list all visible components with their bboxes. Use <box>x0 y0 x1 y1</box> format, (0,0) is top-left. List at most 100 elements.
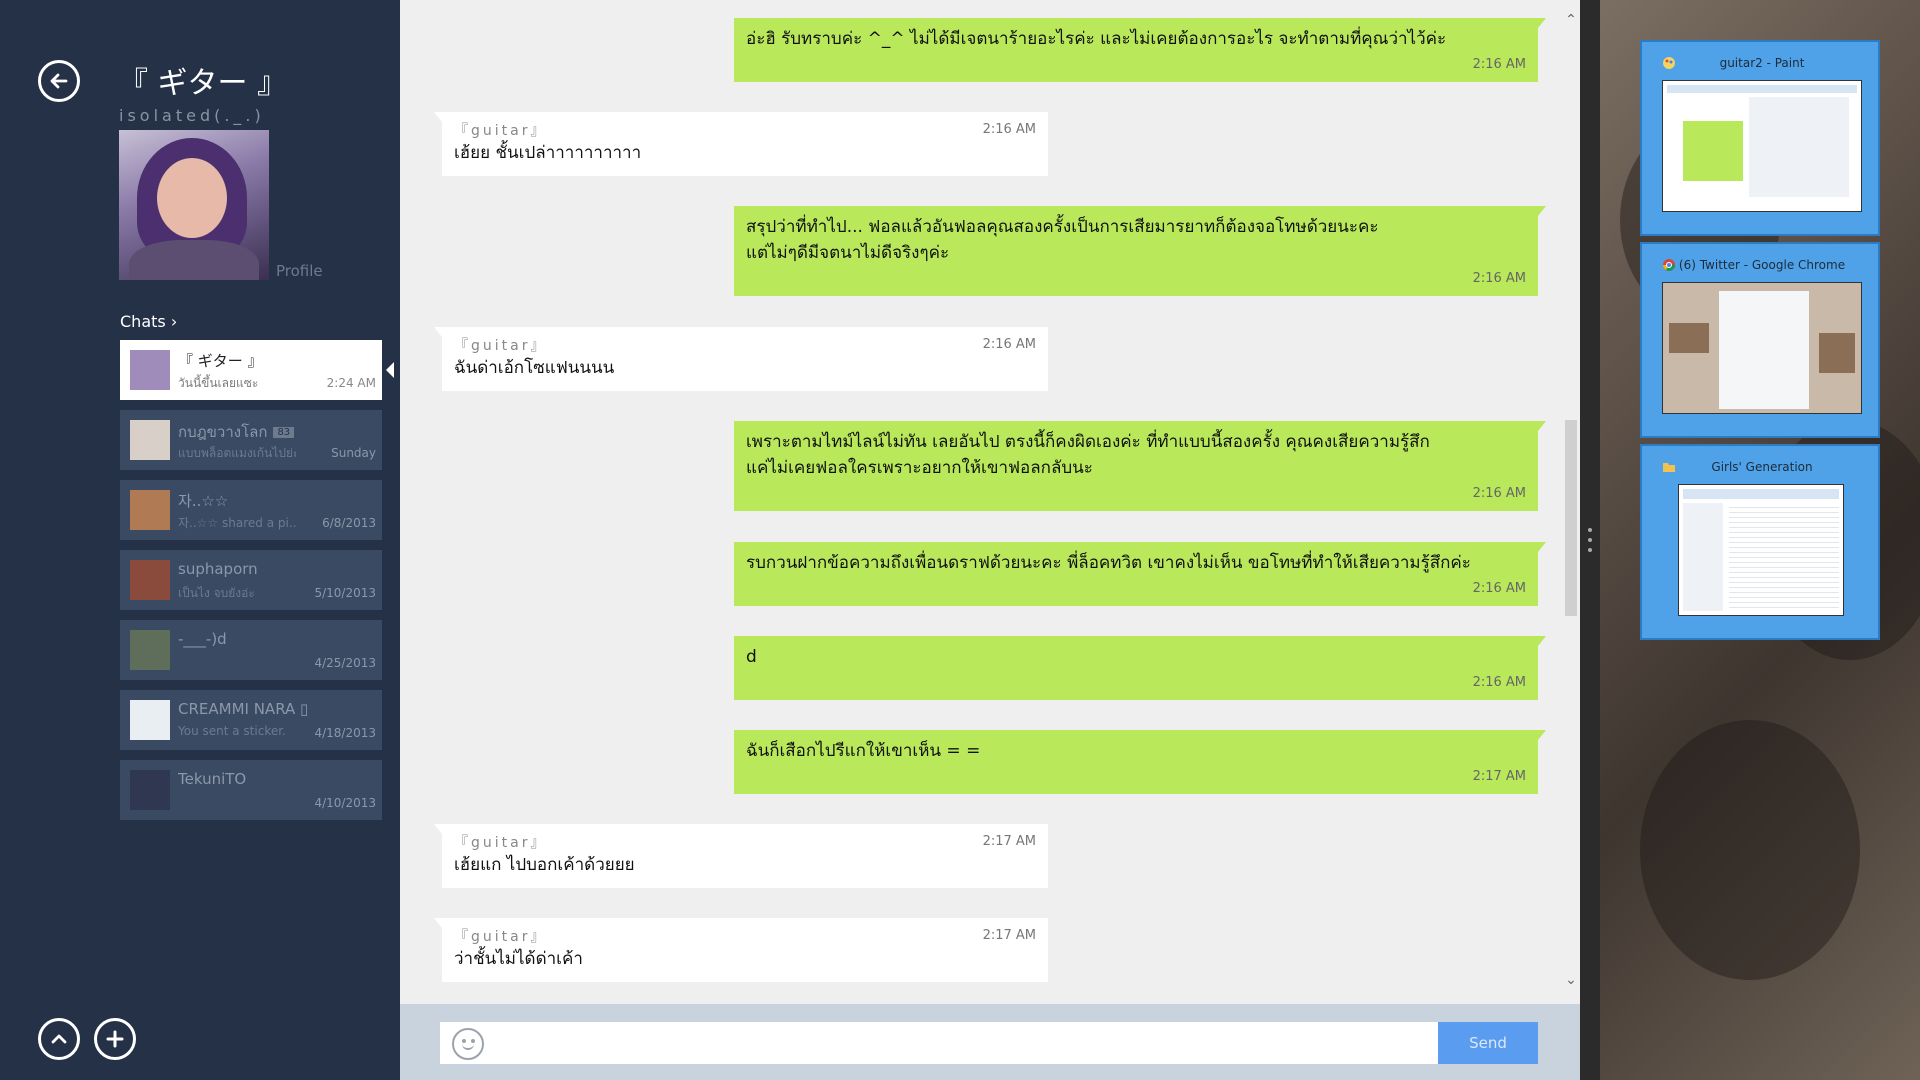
incoming-message[interactable]: 『guitar』 2:17 AM เฮ้ยแก ไปบอกเค้าด้วยยย <box>434 824 1048 888</box>
avatar <box>130 420 170 460</box>
message-time: 2:16 AM <box>1472 486 1526 501</box>
chat-date: 2:24 AM <box>326 376 376 390</box>
app-preview <box>1662 80 1862 212</box>
outgoing-message[interactable]: รบกวนฝากข้อความถึงเพื่อนดราฟด้วยนะคะ พี่… <box>734 542 1546 606</box>
message-time: 2:16 AM <box>982 337 1036 352</box>
arrow-left-icon <box>50 73 68 89</box>
message-text: d <box>746 647 757 667</box>
message-text: ฉันด่าเอ้กโซแฟนนนน <box>454 358 615 378</box>
message-sender: 『guitar』 <box>454 929 548 945</box>
chat-preview: เป็นไง จบยังอ่ะ <box>178 586 255 600</box>
avatar <box>130 630 170 670</box>
avatar <box>130 560 170 600</box>
chat-list-item[interactable]: 자..☆☆ 자..☆☆ shared a pi... 6/8/2013 <box>120 480 382 540</box>
outgoing-message[interactable]: ฉันก็เสือกไปรีแกให้เขาเห็น = = 2:17 AM <box>734 730 1546 794</box>
add-button[interactable] <box>94 1018 136 1060</box>
outgoing-message[interactable]: อ่ะฮิ รับทราบค่ะ ^_^ ไม่ได้มีเจตนาร้ายอะ… <box>734 18 1546 82</box>
message-text: สรุปว่าที่ทำไป... ฟอลแล้วอันฟอลคุณสองครั… <box>746 217 1379 237</box>
chevron-up-icon <box>51 1034 67 1044</box>
chat-name: 『 ギター 』 <box>178 352 263 370</box>
chat-date: Sunday <box>331 446 376 460</box>
app-preview <box>1662 282 1862 414</box>
scroll-up-arrow-icon[interactable]: ⌃ <box>1564 12 1578 28</box>
back-button[interactable] <box>38 60 80 102</box>
chat-list-item[interactable]: -___-)d 4/25/2013 <box>120 620 382 680</box>
chat-name: กบฎขวางโลก 83 <box>178 420 295 444</box>
plus-icon <box>106 1030 124 1048</box>
incoming-message[interactable]: 『guitar』 2:16 AM ฉันด่าเอ้กโซแฟนนนน <box>434 327 1048 391</box>
chat-name: 자..☆☆ <box>178 492 229 510</box>
chat-date: 4/18/2013 <box>314 726 376 740</box>
message-text-line2: แต่ไม่ๆดีมีจตนาไม่ดีจริงๆค่ะ <box>746 243 950 263</box>
message-sender: 『guitar』 <box>454 835 548 851</box>
message-time: 2:16 AM <box>1472 581 1526 596</box>
message-time: 2:16 AM <box>1472 271 1526 286</box>
chat-list-item[interactable]: 『 ギター 』 วันนี้ขึ้นเลยแซะ 2:24 AM <box>120 340 394 400</box>
send-button[interactable]: Send <box>1438 1022 1538 1064</box>
incoming-message[interactable]: 『guitar』 2:16 AM เฮ้ยย ชั้นเปล่าาาาาาาาา… <box>434 112 1048 176</box>
member-count-badge: 83 <box>273 427 295 438</box>
chat-name: suphaporn <box>178 560 258 578</box>
profile-status: isolated(._.) <box>119 106 265 125</box>
incoming-message[interactable]: 『guitar』 2:17 AM ว่าชั้นไม่ได้ด่าเค้า <box>434 918 1048 982</box>
chat-list-item[interactable]: CREAMMI NARA ▯ You sent a sticker. 4/18/… <box>120 690 382 750</box>
chats-header[interactable]: Chats › <box>120 312 177 331</box>
message-time: 2:17 AM <box>1472 769 1526 784</box>
chat-preview: วันนี้ขึ้นเลยแซะ <box>178 376 259 390</box>
chat-list-item[interactable]: TekuniTO 4/10/2013 <box>120 760 382 820</box>
avatar <box>130 350 170 390</box>
emoji-icon[interactable] <box>452 1028 484 1060</box>
app-thumbnail-chrome[interactable]: (6) Twitter - Google Chrome <box>1640 242 1880 438</box>
message-text: เพราะตามไทม์ไลน์ไม่ทัน เลยอันไป ตรงนี้ก็… <box>746 432 1430 452</box>
profile-photo[interactable] <box>119 130 269 280</box>
sidebar: 『 ギター 』 isolated(._.) Profile Chats › 『 … <box>0 0 400 1080</box>
message-text: ฉันก็เสือกไปรีแกให้เขาเห็น = = <box>746 741 981 761</box>
app-title: guitar2 - Paint <box>1719 56 1805 70</box>
chat-preview: แบบพล็อตแมงเก้นไปย่ะ <box>178 446 296 460</box>
message-time: 2:17 AM <box>982 928 1036 943</box>
profile-link[interactable]: Profile <box>276 262 323 280</box>
chat-preview: You sent a sticker. <box>178 724 286 738</box>
scroll-up-button[interactable] <box>38 1018 80 1060</box>
message-time: 2:16 AM <box>1472 57 1526 72</box>
message-sender: 『guitar』 <box>454 123 548 139</box>
chat-list-item[interactable]: suphaporn เป็นไง จบยังอ่ะ 5/10/2013 <box>120 550 382 610</box>
chat-date: 4/25/2013 <box>314 656 376 670</box>
message-list: อ่ะฮิ รับทราบค่ะ ^_^ ไม่ได้มีเจตนาร้ายอะ… <box>400 0 1560 1004</box>
chat-date: 5/10/2013 <box>314 586 376 600</box>
app-thumbnail-paint[interactable]: guitar2 - Paint <box>1640 40 1880 236</box>
app-title: Girls' Generation <box>1711 460 1813 474</box>
conversation-pane: อ่ะฮิ รับทราบค่ะ ^_^ ไม่ได้มีเจตนาร้ายอะ… <box>400 0 1580 1080</box>
chat-preview: 자..☆☆ shared a pi... <box>178 516 296 530</box>
chat-name: -___-)d <box>178 630 227 648</box>
outgoing-message[interactable]: สรุปว่าที่ทำไป... ฟอลแล้วอันฟอลคุณสองครั… <box>734 206 1546 296</box>
chat-list-item[interactable]: กบฎขวางโลก 83 แบบพล็อตแมงเก้นไปย่ะ Sunday <box>120 410 382 470</box>
chat-date: 4/10/2013 <box>314 796 376 810</box>
message-input[interactable] <box>440 1022 1438 1064</box>
outgoing-message[interactable]: d 2:16 AM <box>734 636 1546 700</box>
app-thumbnail-explorer[interactable]: Girls' Generation <box>1640 444 1880 640</box>
chat-name: TekuniTO <box>178 770 247 788</box>
message-text: ว่าชั้นไม่ได้ด่าเค้า <box>454 949 583 969</box>
profile-name: 『 ギター 』 <box>118 66 288 101</box>
scroll-down-arrow-icon[interactable]: ⌄ <box>1564 972 1578 988</box>
message-composer: Send <box>400 1004 1580 1080</box>
avatar <box>130 770 170 810</box>
chevron-right-icon: › <box>170 312 178 331</box>
snap-splitter[interactable] <box>1580 0 1600 1080</box>
chat-name: CREAMMI NARA ▯ <box>178 700 309 718</box>
avatar <box>130 490 170 530</box>
message-text: รบกวนฝากข้อความถึงเพื่อนดราฟด้วยนะคะ พี่… <box>746 553 1471 573</box>
outgoing-message[interactable]: เพราะตามไทม์ไลน์ไม่ทัน เลยอันไป ตรงนี้ก็… <box>734 421 1546 511</box>
message-text: เฮ้ยย ชั้นเปล่าาาาาาาาาา <box>454 143 642 163</box>
app-title: (6) Twitter - Google Chrome <box>1678 258 1846 272</box>
scroll-thumb[interactable] <box>1565 420 1577 616</box>
message-time: 2:17 AM <box>982 834 1036 849</box>
chats-title: Chats <box>120 312 166 331</box>
message-scrollbar[interactable]: ⌃ ⌄ <box>1562 0 1580 1004</box>
avatar <box>130 700 170 740</box>
app-preview <box>1678 484 1844 616</box>
message-text: อ่ะฮิ รับทราบค่ะ ^_^ ไม่ได้มีเจตนาร้ายอะ… <box>746 29 1447 49</box>
message-text: เฮ้ยแก ไปบอกเค้าด้วยยย <box>454 855 635 875</box>
message-time: 2:16 AM <box>982 122 1036 137</box>
